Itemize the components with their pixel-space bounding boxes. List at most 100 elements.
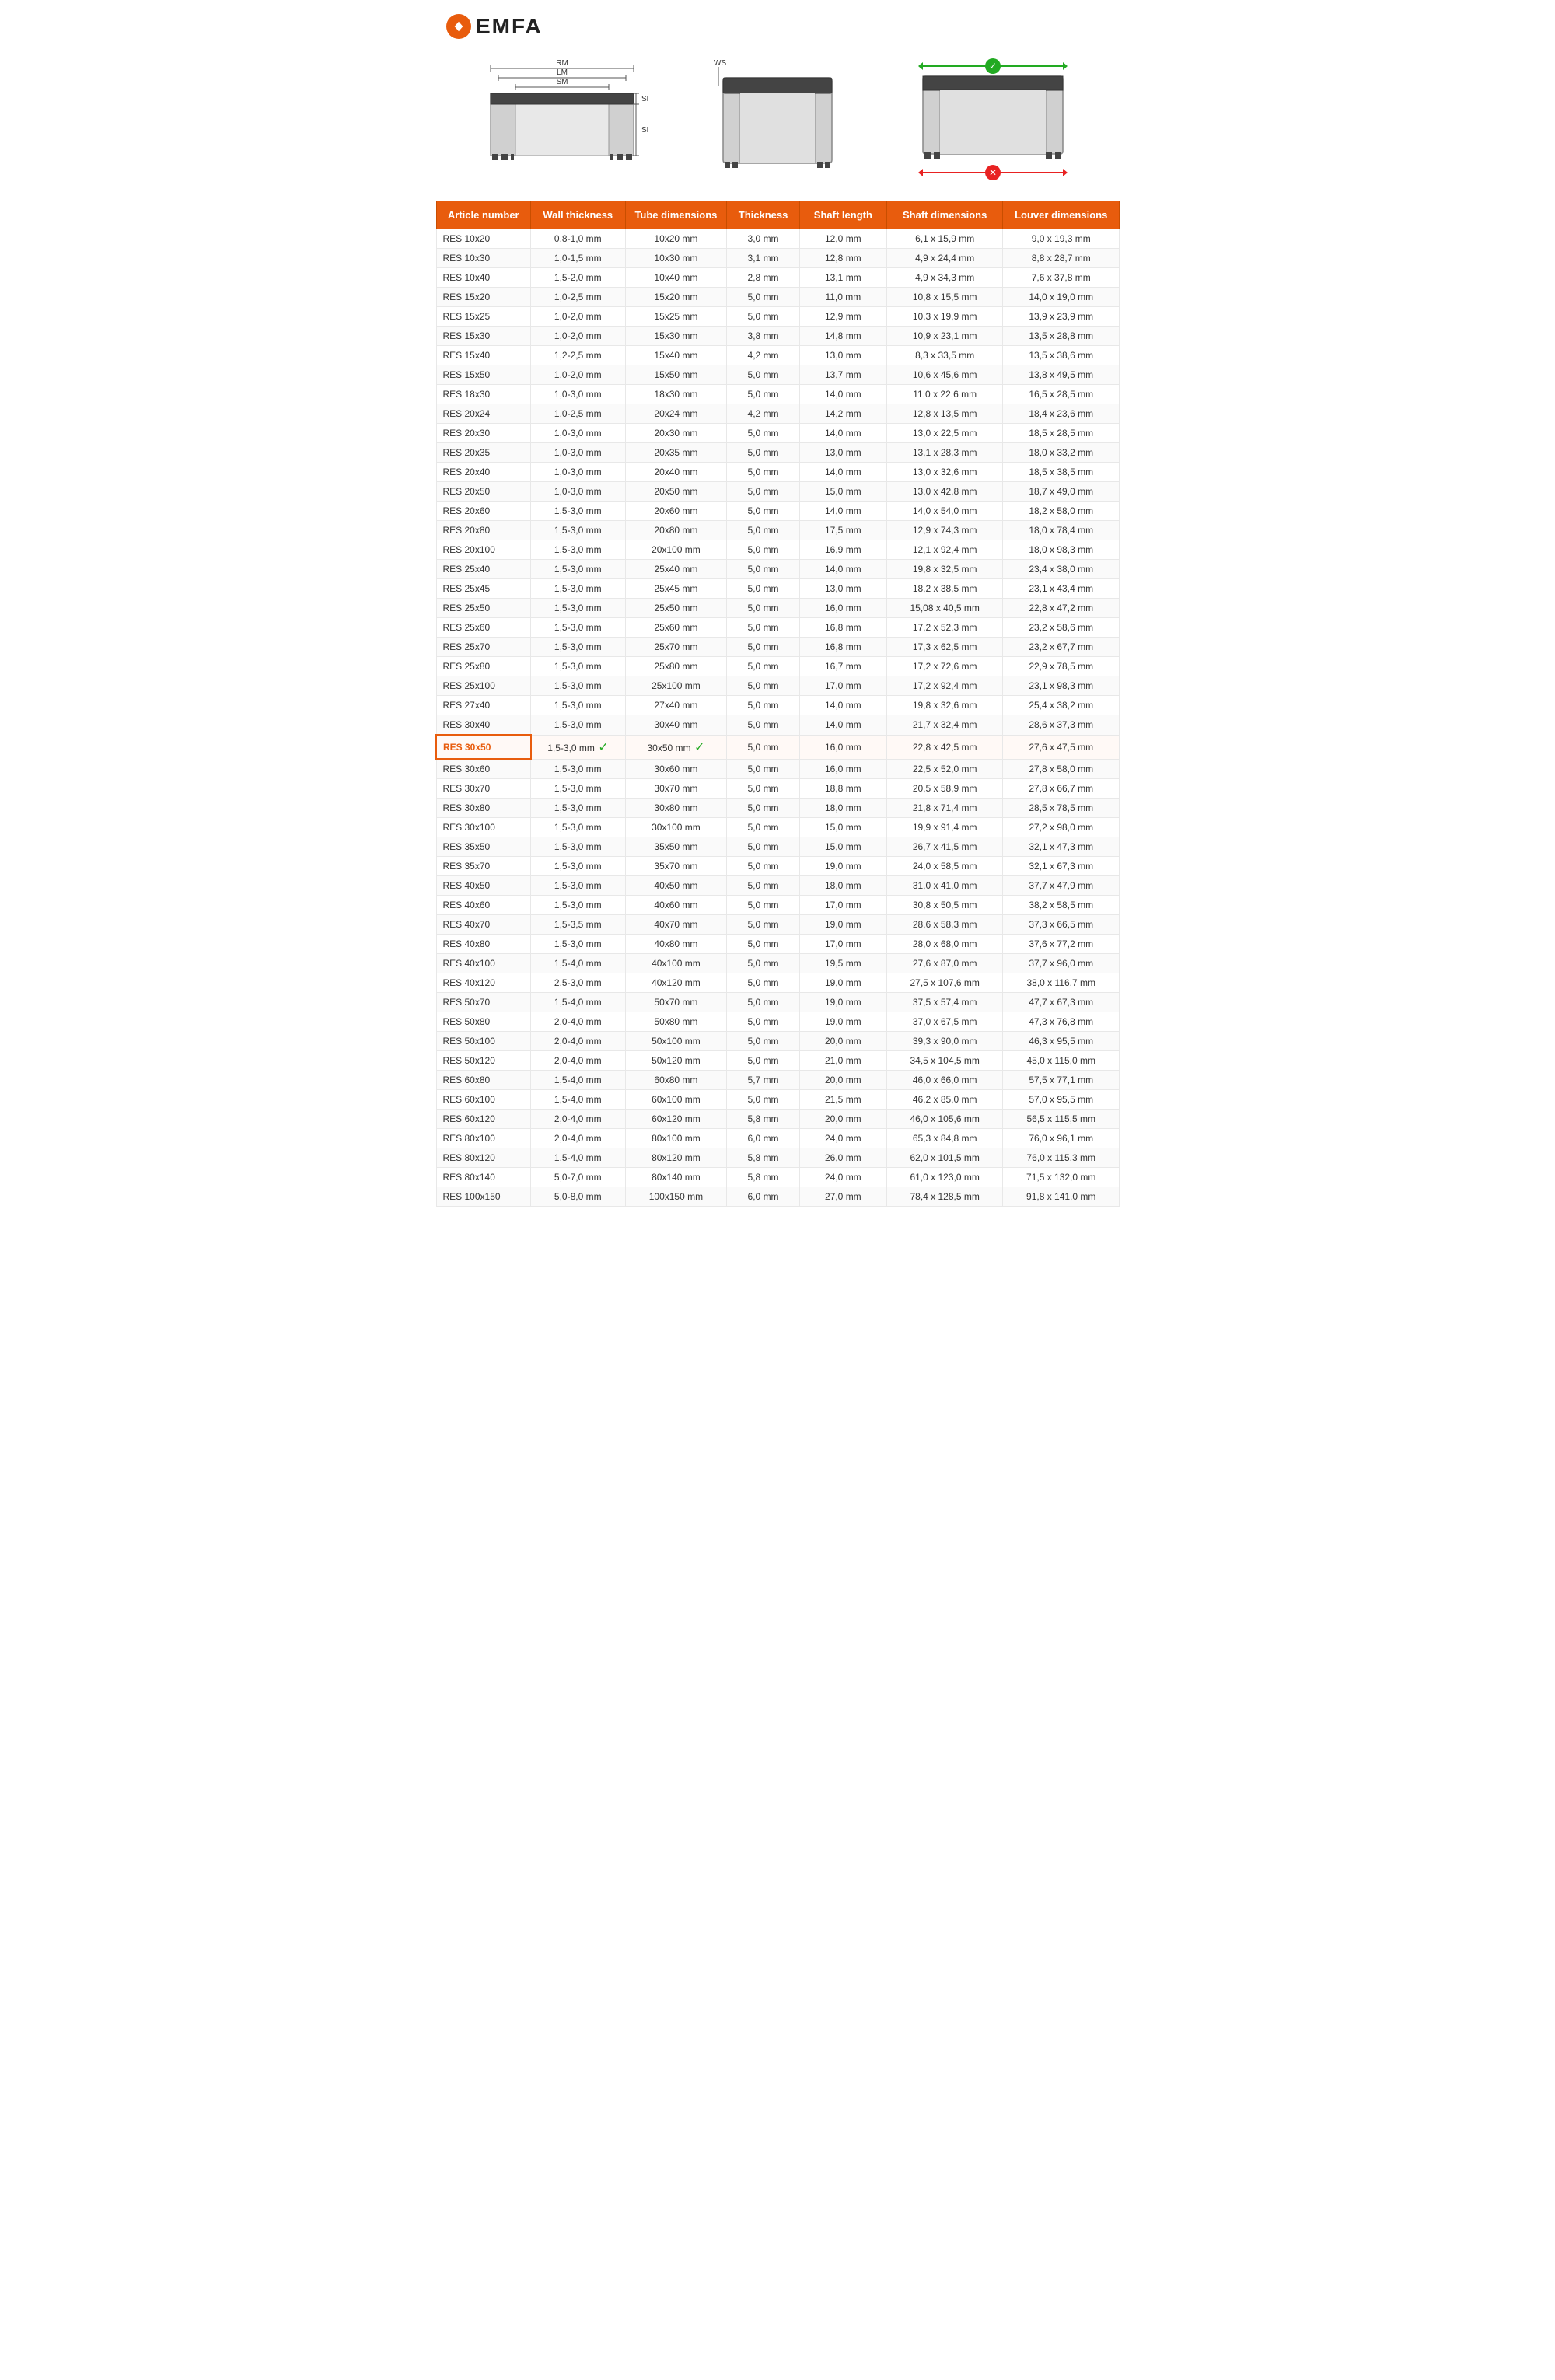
cell-value: 26,7 x 41,5 mm [886, 837, 1003, 857]
cell-article: RES 25x45 [436, 579, 531, 599]
cell-wall-thickness: 1,5-3,0 mm [531, 560, 626, 579]
cell-wall-thickness: 1,5-3,0 mm [531, 715, 626, 736]
col-header-thickness: Thickness [727, 201, 799, 229]
cell-wall-thickness: 1,5-3,0 mm [531, 599, 626, 618]
table-row: RES 30x701,5-3,0 mm30x70 mm5,0 mm18,8 mm… [436, 779, 1120, 799]
cell-value: 76,0 x 96,1 mm [1003, 1129, 1120, 1148]
cell-value: 22,8 x 47,2 mm [1003, 599, 1120, 618]
table-row: RES 25x401,5-3,0 mm25x40 mm5,0 mm14,0 mm… [436, 560, 1120, 579]
cell-value: 18,5 x 38,5 mm [1003, 463, 1120, 482]
cell-value: 18,0 x 98,3 mm [1003, 540, 1120, 560]
cell-value: 5,0 mm [727, 1032, 799, 1051]
cell-value: 5,8 mm [727, 1110, 799, 1129]
cell-value: 5,0 mm [727, 599, 799, 618]
cell-value: 91,8 x 141,0 mm [1003, 1187, 1120, 1207]
cell-value: 13,7 mm [799, 365, 886, 385]
cell-value: 24,0 mm [799, 1168, 886, 1187]
table-row: RES 20x301,0-3,0 mm20x30 mm5,0 mm14,0 mm… [436, 424, 1120, 443]
cell-value: 13,0 x 32,6 mm [886, 463, 1003, 482]
cell-value: 57,0 x 95,5 mm [1003, 1090, 1120, 1110]
cell-value: 14,0 mm [799, 463, 886, 482]
front-view-svg: WS [708, 54, 847, 187]
cell-value: 16,0 mm [799, 759, 886, 779]
cell-value: 5,0 mm [727, 540, 799, 560]
cell-tube-dim: 10x40 mm [625, 268, 727, 288]
cell-wall-thickness: 1,5-3,0 mm [531, 818, 626, 837]
cell-value: 14,0 mm [799, 385, 886, 404]
cell-tube-dim: 60x120 mm [625, 1110, 727, 1129]
cell-value: 27,5 x 107,6 mm [886, 973, 1003, 993]
cell-value: 37,7 x 47,9 mm [1003, 876, 1120, 896]
cell-value: 4,9 x 34,3 mm [886, 268, 1003, 288]
cell-article: RES 15x30 [436, 327, 531, 346]
cell-value: 22,5 x 52,0 mm [886, 759, 1003, 779]
cell-article: RES 27x40 [436, 696, 531, 715]
cell-value: 13,1 mm [799, 268, 886, 288]
cell-article: RES 80x100 [436, 1129, 531, 1148]
cell-value: 19,0 mm [799, 1012, 886, 1032]
cell-value: 47,3 x 76,8 mm [1003, 1012, 1120, 1032]
cell-value: 45,0 x 115,0 mm [1003, 1051, 1120, 1071]
svg-text:WS: WS [714, 59, 726, 68]
cell-value: 3,1 mm [727, 249, 799, 268]
cell-value: 71,5 x 132,0 mm [1003, 1168, 1120, 1187]
cell-value: 46,0 x 105,6 mm [886, 1110, 1003, 1129]
cell-value: 14,2 mm [799, 404, 886, 424]
cell-article: RES 20x30 [436, 424, 531, 443]
cell-article: RES 30x50 [436, 735, 531, 759]
cell-value: 5,0 mm [727, 579, 799, 599]
cell-value: 5,0 mm [727, 424, 799, 443]
cell-value: 16,5 x 28,5 mm [1003, 385, 1120, 404]
cell-tube-dim: 30x80 mm [625, 799, 727, 818]
cell-value: 12,1 x 92,4 mm [886, 540, 1003, 560]
table-row: RES 20x501,0-3,0 mm20x50 mm5,0 mm15,0 mm… [436, 482, 1120, 502]
cell-value: 13,0 mm [799, 443, 886, 463]
table-row: RES 10x301,0-1,5 mm10x30 mm3,1 mm12,8 mm… [436, 249, 1120, 268]
cell-value: 8,8 x 28,7 mm [1003, 249, 1120, 268]
cell-value: 65,3 x 84,8 mm [886, 1129, 1003, 1148]
col-header-shaft-dim: Shaft dimensions [886, 201, 1003, 229]
cell-value: 5,0 mm [727, 618, 799, 638]
cell-value: 18,0 mm [799, 799, 886, 818]
cell-value: 13,8 x 49,5 mm [1003, 365, 1120, 385]
svg-text:SE: SE [641, 126, 648, 135]
cell-value: 25,4 x 38,2 mm [1003, 696, 1120, 715]
cell-tube-dim: 20x40 mm [625, 463, 727, 482]
cell-value: 13,0 x 42,8 mm [886, 482, 1003, 502]
col-header-wall: Wall thickness [531, 201, 626, 229]
cell-value: 17,0 mm [799, 896, 886, 915]
cell-value: 19,0 mm [799, 973, 886, 993]
cell-wall-thickness: 1,5-3,0 mm [531, 676, 626, 696]
cell-value: 5,0 mm [727, 560, 799, 579]
cell-value: 5,8 mm [727, 1168, 799, 1187]
cell-wall-thickness: 1,0-3,0 mm [531, 385, 626, 404]
cell-value: 18,7 x 49,0 mm [1003, 482, 1120, 502]
cell-value: 17,3 x 62,5 mm [886, 638, 1003, 657]
table-row: RES 20x241,0-2,5 mm20x24 mm4,2 mm14,2 mm… [436, 404, 1120, 424]
table-row: RES 18x301,0-3,0 mm18x30 mm5,0 mm14,0 mm… [436, 385, 1120, 404]
cell-wall-thickness: 1,5-3,0 mm [531, 618, 626, 638]
cell-value: 5,0 mm [727, 696, 799, 715]
cell-article: RES 80x140 [436, 1168, 531, 1187]
cell-value: 5,0 mm [727, 638, 799, 657]
cell-value: 28,6 x 58,3 mm [886, 915, 1003, 935]
cell-article: RES 60x80 [436, 1071, 531, 1090]
cell-wall-thickness: 1,5-3,0 mm [531, 540, 626, 560]
cell-tube-dim: 15x50 mm [625, 365, 727, 385]
logo-icon [446, 14, 471, 39]
cell-value: 4,2 mm [727, 346, 799, 365]
cell-tube-dim: 15x30 mm [625, 327, 727, 346]
cell-value: 18,4 x 23,6 mm [1003, 404, 1120, 424]
cell-value: 21,0 mm [799, 1051, 886, 1071]
cell-article: RES 25x40 [436, 560, 531, 579]
cell-value: 5,0 mm [727, 502, 799, 521]
cell-value: 16,8 mm [799, 638, 886, 657]
cell-value: 20,0 mm [799, 1032, 886, 1051]
cell-value: 30,8 x 50,5 mm [886, 896, 1003, 915]
cell-article: RES 80x120 [436, 1148, 531, 1168]
cell-value: 18,2 x 38,5 mm [886, 579, 1003, 599]
side-view-svg: RM LM SM [477, 54, 648, 187]
cell-tube-dim: 30x100 mm [625, 818, 727, 837]
cell-article: RES 20x80 [436, 521, 531, 540]
cell-value: 38,2 x 58,5 mm [1003, 896, 1120, 915]
